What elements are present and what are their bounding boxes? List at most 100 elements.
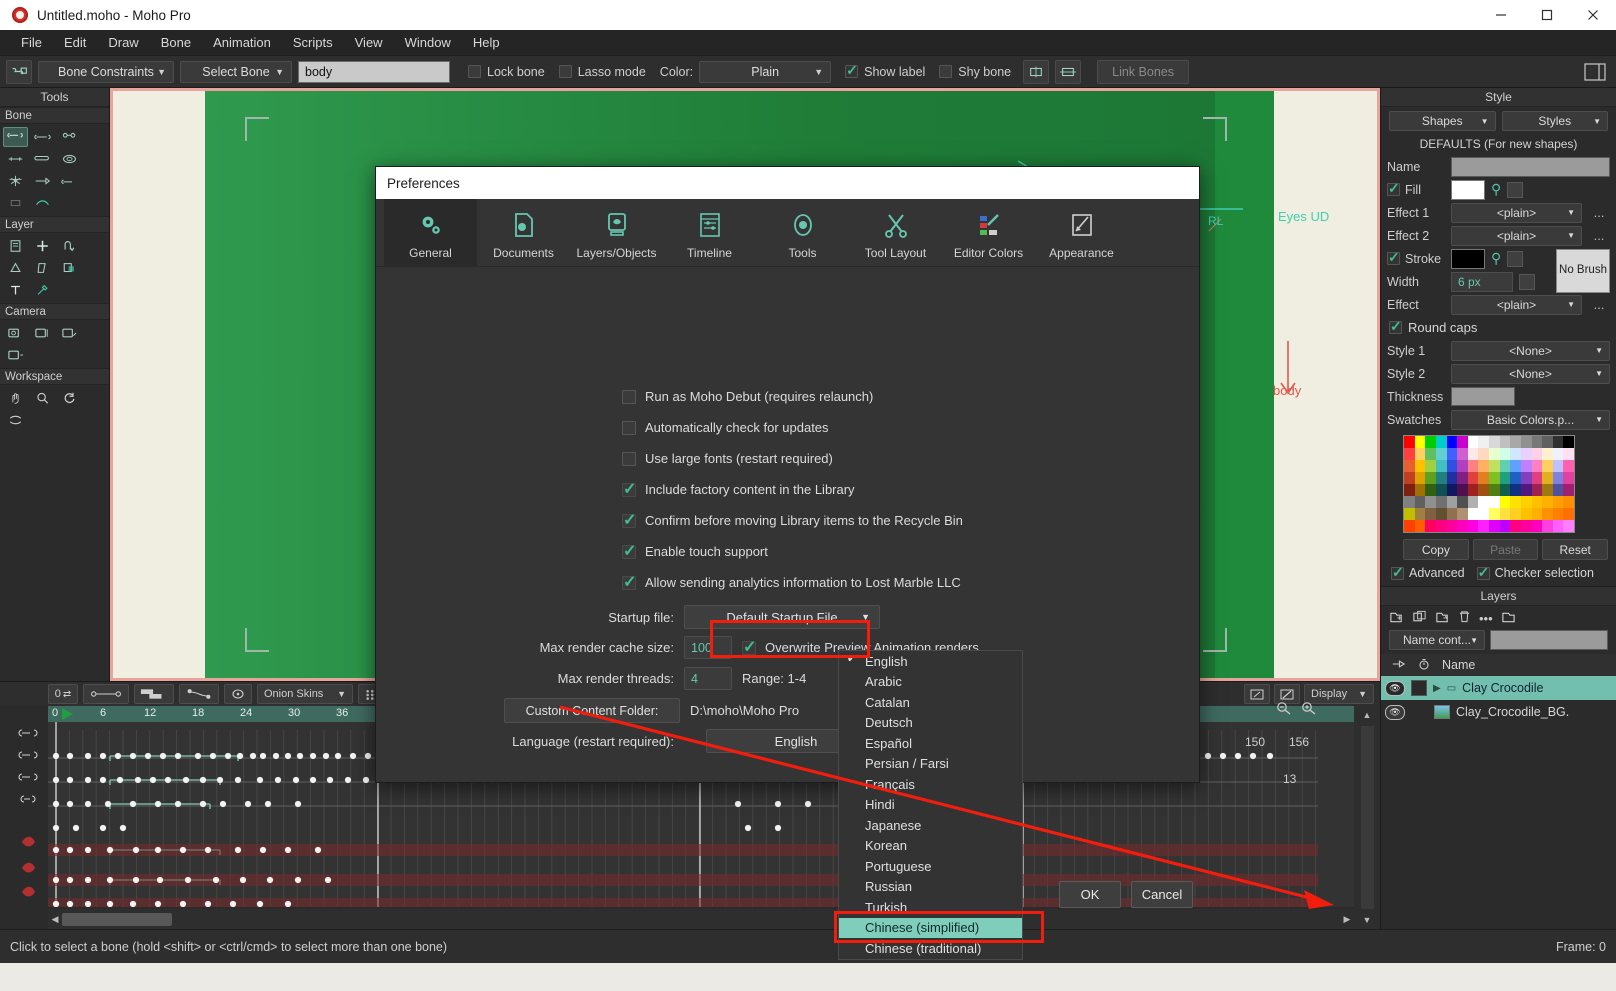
tool-manipulate-bones-icon[interactable] <box>30 149 55 169</box>
language-option-english[interactable]: English <box>839 651 1022 672</box>
palette-swatch[interactable] <box>1521 436 1532 448</box>
tab-tool-layout[interactable]: Tool Layout <box>849 199 942 266</box>
palette-swatch[interactable] <box>1532 460 1543 472</box>
palette-swatch[interactable] <box>1500 436 1511 448</box>
vscroll-track[interactable] <box>1361 726 1374 909</box>
palette-swatch[interactable] <box>1457 496 1468 508</box>
palette-swatch[interactable] <box>1425 520 1436 532</box>
palette-swatch[interactable] <box>1510 484 1521 496</box>
palette-swatch[interactable] <box>1489 436 1500 448</box>
group-layer-icon[interactable] <box>1435 610 1450 627</box>
reset-button[interactable]: Reset <box>1542 539 1608 560</box>
tool-zoom-icon[interactable] <box>30 388 55 408</box>
language-option-portuguese[interactable]: Portuguese <box>839 856 1022 877</box>
palette-swatch[interactable] <box>1447 472 1458 484</box>
palette-swatch[interactable] <box>1500 508 1511 520</box>
shapes-tab-dropdown[interactable]: Shapes ▼ <box>1389 111 1496 131</box>
language-option-catalan[interactable]: Catalan <box>839 692 1022 713</box>
palette-swatch[interactable] <box>1415 520 1426 532</box>
tab-timeline[interactable]: Timeline <box>663 199 756 266</box>
palette-swatch[interactable] <box>1510 508 1521 520</box>
visibility-eye-icon[interactable]: 👁 <box>1385 681 1405 696</box>
palette-swatch[interactable] <box>1425 436 1436 448</box>
tool-shear-layer-icon[interactable] <box>3 258 28 278</box>
playhead-marker-icon[interactable] <box>62 708 73 720</box>
menu-window[interactable]: Window <box>394 32 462 53</box>
palette-swatch[interactable] <box>1457 508 1468 520</box>
palette-swatch[interactable] <box>1563 520 1574 532</box>
language-option-deutsch[interactable]: Deutsch <box>839 713 1022 734</box>
palette-swatch[interactable] <box>1404 484 1415 496</box>
pref-auto-check-updates[interactable]: Automatically check for updates <box>622 420 829 435</box>
palette-swatch[interactable] <box>1553 472 1564 484</box>
select-bone-dropdown[interactable]: Select Bone ▼ <box>180 61 292 83</box>
palette-swatch[interactable] <box>1425 448 1436 460</box>
palette-swatch[interactable] <box>1521 484 1532 496</box>
palette-swatch[interactable] <box>1478 496 1489 508</box>
fill-color-swatch[interactable] <box>1451 180 1485 200</box>
interpolation-ease-icon[interactable] <box>179 684 219 704</box>
palette-swatch[interactable] <box>1563 484 1574 496</box>
palette-swatch[interactable] <box>1447 448 1458 460</box>
palette-swatch[interactable] <box>1457 484 1468 496</box>
maximize-button[interactable] <box>1524 0 1570 30</box>
cancel-button[interactable]: Cancel <box>1131 881 1193 908</box>
minimize-button[interactable] <box>1478 0 1524 30</box>
palette-swatch[interactable] <box>1425 472 1436 484</box>
palette-swatch[interactable] <box>1468 436 1479 448</box>
copy-button[interactable]: Copy <box>1403 539 1469 560</box>
tool-eyedropper-icon[interactable] <box>30 280 55 300</box>
palette-swatch[interactable] <box>1510 448 1521 460</box>
palette-swatch[interactable] <box>1404 508 1415 520</box>
stroke-eyedropper-icon[interactable]: ⚲ <box>1491 250 1501 267</box>
palette-swatch[interactable] <box>1436 508 1447 520</box>
palette-swatch[interactable] <box>1489 472 1500 484</box>
palette-swatch[interactable] <box>1404 448 1415 460</box>
palette-swatch[interactable] <box>1563 508 1574 520</box>
palette-swatch[interactable] <box>1563 448 1574 460</box>
scroll-up-arrow-icon[interactable]: ▲ <box>1363 710 1372 720</box>
tool-scale-bone-icon[interactable] <box>57 171 82 191</box>
layer-filter-input[interactable] <box>1490 630 1608 650</box>
language-option-japanese[interactable]: Japanese <box>839 815 1022 836</box>
lasso-mode-checkbox[interactable]: Lasso mode <box>559 65 646 79</box>
palette-swatch[interactable] <box>1447 436 1458 448</box>
fill-eyedropper-icon[interactable]: ⚲ <box>1491 181 1501 198</box>
palette-swatch[interactable] <box>1553 460 1564 472</box>
palette-swatch[interactable] <box>1468 460 1479 472</box>
palette-swatch[interactable] <box>1500 520 1511 532</box>
pref-run-as-debut[interactable]: Run as Moho Debut (requires relaunch) <box>622 389 873 404</box>
timeline-hscrollbar[interactable]: ◀ ▶ <box>48 909 1354 929</box>
palette-swatch[interactable] <box>1468 508 1479 520</box>
palette-swatch[interactable] <box>1510 460 1521 472</box>
cycle-icon[interactable] <box>224 684 252 704</box>
palette-swatch[interactable] <box>1415 460 1426 472</box>
palette-swatch[interactable] <box>1436 448 1447 460</box>
width-input[interactable]: 6 px <box>1451 272 1513 292</box>
onion-skins-dropdown[interactable]: Onion Skins ▼ <box>257 684 353 704</box>
expand-triangle-icon[interactable]: ▶ <box>1433 683 1441 694</box>
zoom-in-icon[interactable] <box>1300 700 1317 718</box>
menu-view[interactable]: View <box>344 32 394 53</box>
link-bones-button[interactable]: Link Bones <box>1097 60 1189 84</box>
paste-button[interactable]: Paste <box>1473 539 1539 560</box>
palette-swatch[interactable] <box>1436 472 1447 484</box>
color-palette-grid[interactable] <box>1403 435 1575 533</box>
tool-rotate-layer-icon[interactable] <box>30 258 55 278</box>
styles-tab-dropdown[interactable]: Styles ▼ <box>1502 111 1609 131</box>
thickness-input[interactable] <box>1451 387 1515 406</box>
palette-swatch[interactable] <box>1521 460 1532 472</box>
max-render-threads-input[interactable]: 4 <box>684 667 732 690</box>
interpolation-step-icon[interactable] <box>134 684 174 704</box>
palette-swatch[interactable] <box>1489 496 1500 508</box>
effect2-dropdown[interactable]: <plain> ▼ <box>1451 226 1582 246</box>
palette-swatch[interactable] <box>1415 436 1426 448</box>
stroke-checkbox[interactable] <box>1387 252 1400 265</box>
palette-swatch[interactable] <box>1468 448 1479 460</box>
scroll-down-arrow-icon[interactable]: ▼ <box>1363 915 1372 925</box>
tool-pan-tilt-camera-icon[interactable] <box>3 345 28 365</box>
palette-swatch[interactable] <box>1500 484 1511 496</box>
workspace-toggle-icon[interactable] <box>1584 63 1606 81</box>
tool-track-camera-icon[interactable] <box>3 323 28 343</box>
bone-constraints-dropdown[interactable]: Bone Constraints ▼ <box>38 61 174 83</box>
